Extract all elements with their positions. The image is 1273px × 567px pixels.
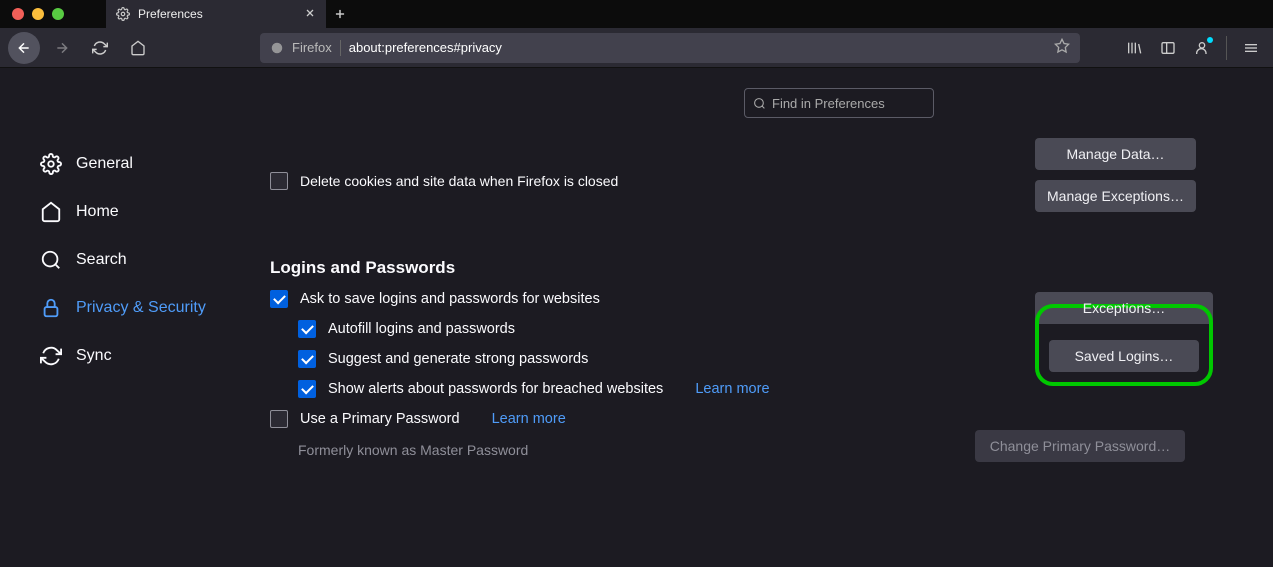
sidebar-item-home[interactable]: Home bbox=[40, 188, 230, 236]
home-icon bbox=[40, 201, 62, 223]
notification-dot bbox=[1207, 37, 1213, 43]
back-button[interactable] bbox=[8, 32, 40, 64]
reload-button[interactable] bbox=[84, 32, 116, 64]
primary-password-checkbox[interactable] bbox=[270, 410, 288, 428]
manage-exceptions-button[interactable]: Manage Exceptions… bbox=[1035, 180, 1196, 212]
sidebar-item-search[interactable]: Search bbox=[40, 236, 230, 284]
delete-cookies-label: Delete cookies and site data when Firefo… bbox=[300, 173, 618, 189]
new-tab-button[interactable] bbox=[326, 7, 354, 21]
autofill-label: Autofill logins and passwords bbox=[328, 321, 515, 337]
sidebar-toggle-button[interactable] bbox=[1154, 34, 1182, 62]
window-maximize[interactable] bbox=[52, 8, 64, 20]
browser-tab[interactable]: Preferences bbox=[106, 0, 326, 28]
learn-more-link[interactable]: Learn more bbox=[695, 381, 769, 397]
delete-cookies-checkbox[interactable] bbox=[270, 172, 288, 190]
sync-icon bbox=[40, 345, 62, 367]
sidebar-item-label: Sync bbox=[76, 347, 112, 365]
firefox-logo-icon bbox=[270, 41, 284, 55]
sidebar-item-label: Search bbox=[76, 251, 127, 269]
suggest-label: Suggest and generate strong passwords bbox=[328, 351, 588, 367]
library-button[interactable] bbox=[1120, 34, 1148, 62]
bookmark-star-icon[interactable] bbox=[1054, 38, 1070, 57]
manage-data-button[interactable]: Manage Data… bbox=[1035, 138, 1196, 170]
alerts-checkbox[interactable] bbox=[298, 380, 316, 398]
window-close[interactable] bbox=[12, 8, 24, 20]
sidebar-item-sync[interactable]: Sync bbox=[40, 332, 230, 380]
url-identity: Firefox bbox=[292, 40, 332, 55]
saved-logins-button[interactable]: Saved Logins… bbox=[1049, 340, 1199, 372]
toolbar-divider bbox=[1226, 36, 1227, 60]
gear-icon bbox=[40, 153, 62, 175]
sidebar-item-label: General bbox=[76, 155, 133, 173]
menu-button[interactable] bbox=[1237, 34, 1265, 62]
close-tab-icon[interactable] bbox=[304, 6, 316, 22]
search-icon bbox=[753, 97, 766, 110]
sidebar-item-general[interactable]: General bbox=[40, 140, 230, 188]
window-minimize[interactable] bbox=[32, 8, 44, 20]
sidebar-item-label: Home bbox=[76, 203, 119, 221]
autofill-checkbox[interactable] bbox=[298, 320, 316, 338]
forward-button bbox=[46, 32, 78, 64]
urlbar-separator bbox=[340, 40, 341, 56]
sidebar-item-privacy[interactable]: Privacy & Security bbox=[40, 284, 230, 332]
ask-save-checkbox[interactable] bbox=[270, 290, 288, 308]
tab-title: Preferences bbox=[138, 7, 296, 21]
url-text: about:preferences#privacy bbox=[349, 40, 502, 55]
learn-more-link-2[interactable]: Learn more bbox=[492, 411, 566, 427]
change-primary-password-button: Change Primary Password… bbox=[975, 430, 1185, 462]
section-title: Logins and Passwords bbox=[270, 258, 1233, 278]
url-bar[interactable]: Firefox about:preferences#privacy bbox=[260, 33, 1080, 63]
sidebar-item-label: Privacy & Security bbox=[76, 299, 206, 317]
suggest-passwords-checkbox[interactable] bbox=[298, 350, 316, 368]
search-placeholder: Find in Preferences bbox=[772, 96, 885, 111]
preferences-sidebar: General Home Search Privacy & Security S… bbox=[0, 68, 230, 567]
account-button[interactable] bbox=[1188, 34, 1216, 62]
gear-icon bbox=[116, 7, 130, 21]
ask-save-label: Ask to save logins and passwords for web… bbox=[300, 291, 600, 307]
annotation-highlight: Saved Logins… bbox=[1035, 304, 1213, 386]
home-button[interactable] bbox=[122, 32, 154, 64]
search-icon bbox=[40, 249, 62, 271]
preferences-search[interactable]: Find in Preferences bbox=[744, 88, 934, 118]
primary-password-label: Use a Primary Password bbox=[300, 411, 460, 427]
lock-icon bbox=[40, 297, 62, 319]
alerts-label: Show alerts about passwords for breached… bbox=[328, 381, 663, 397]
